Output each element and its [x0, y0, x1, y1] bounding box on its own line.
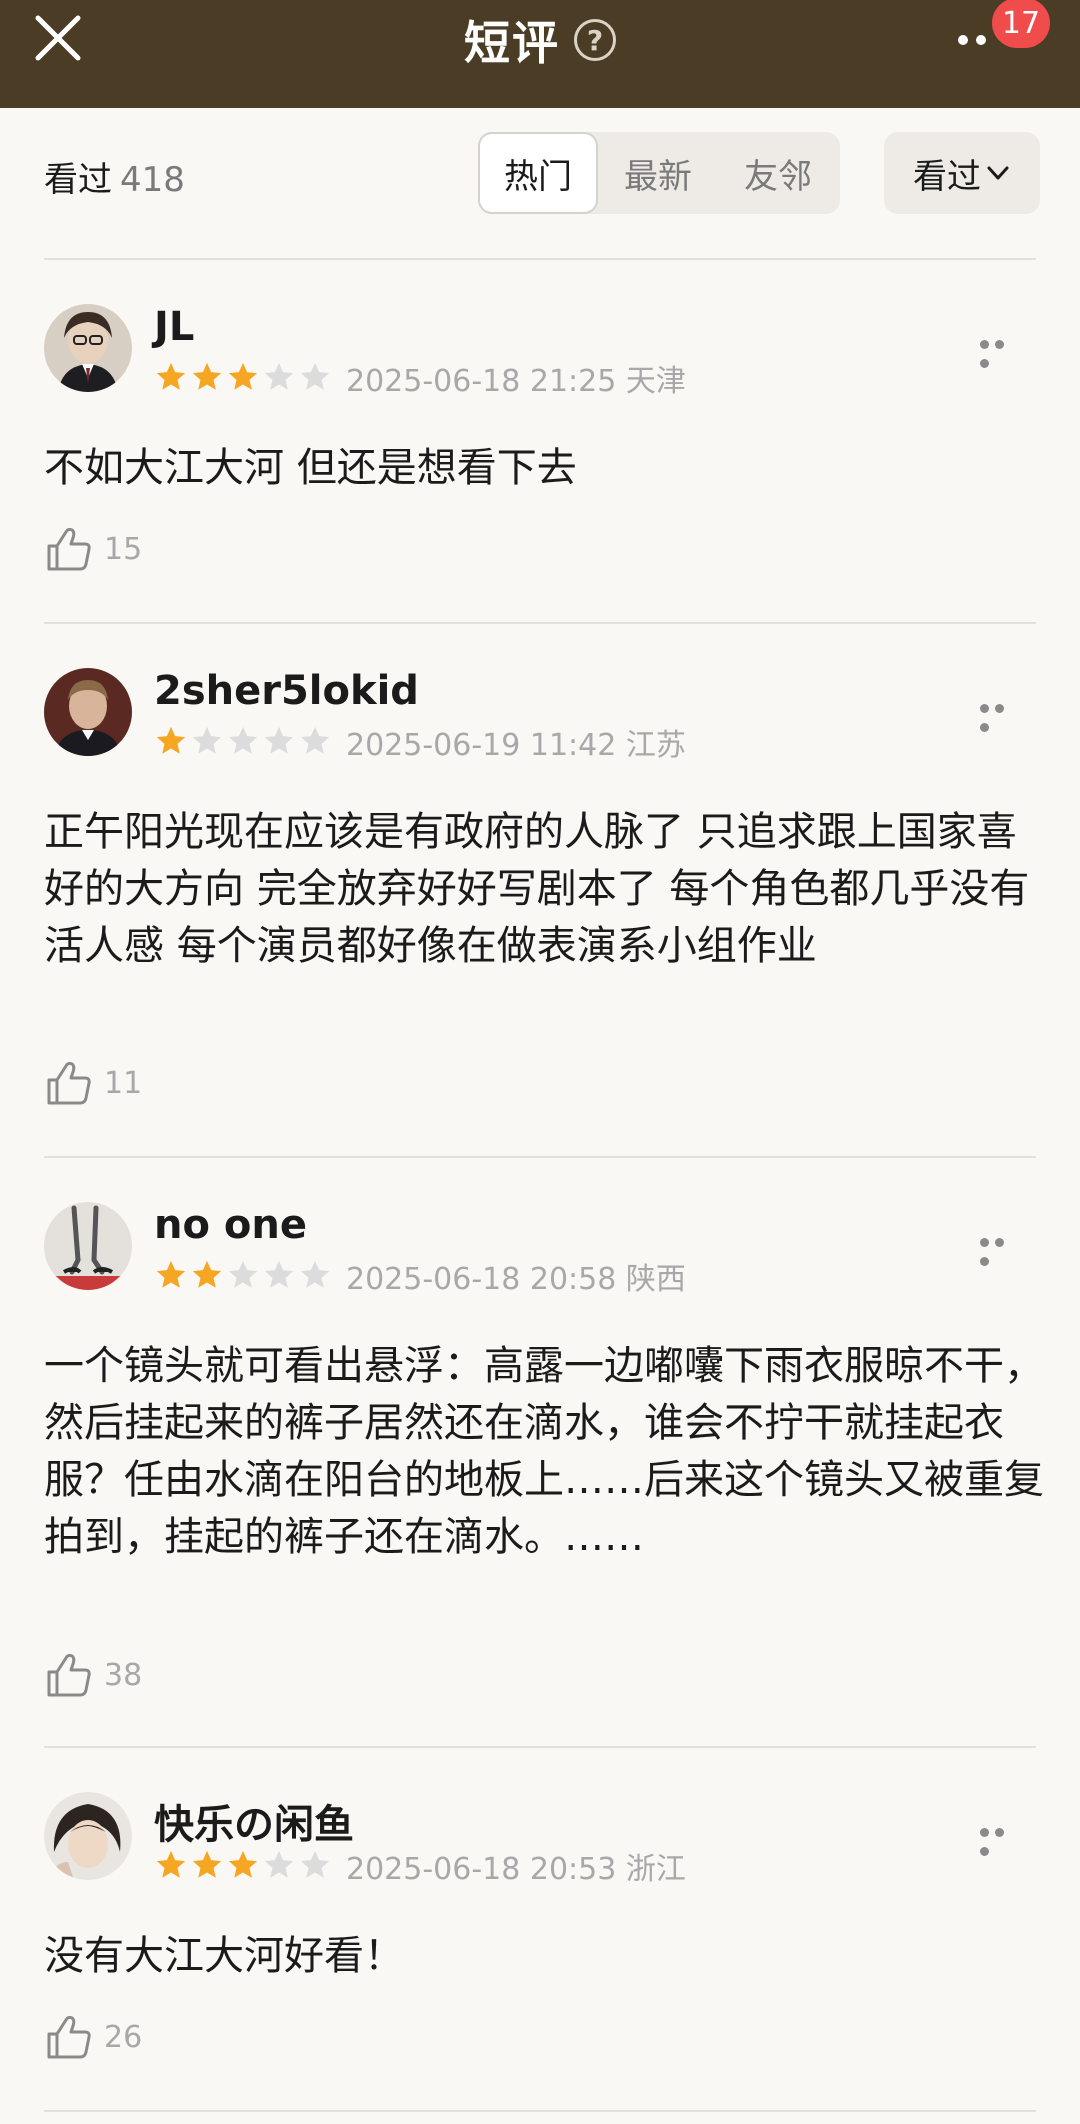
chevron-down-icon [987, 166, 1009, 180]
thumbs-up-icon [47, 1653, 91, 1697]
star-empty-icon [264, 726, 294, 754]
star-empty-icon [300, 1260, 330, 1288]
star-filled-icon [228, 362, 258, 390]
comment-location: 浙江 [625, 1852, 686, 1887]
avatar[interactable] [44, 1792, 132, 1880]
tab-hot[interactable]: 热门 [478, 132, 598, 214]
comment-text: 一个镜头就可看出悬浮：高露一边嘟囔下雨衣服晾不干，然后挂起来的裤子居然还在滴水，… [44, 1343, 1044, 1560]
comment-meta: 2025-06-19 11:42 江苏 [346, 720, 686, 764]
thumbs-up-icon [47, 2015, 91, 2059]
like-button[interactable]: 38 [44, 1648, 142, 1702]
comment-date: 2025-06-19 11:42 [346, 728, 617, 763]
comment-location: 陕西 [625, 1262, 686, 1297]
star-filled-icon [156, 1850, 186, 1878]
star-empty-icon [192, 726, 222, 754]
like-count: 38 [104, 1657, 143, 1693]
more-options-icon[interactable] [980, 1232, 1024, 1266]
comment-meta: 2025-06-18 21:25 天津 [346, 356, 686, 400]
star-empty-icon [300, 726, 330, 754]
seen-count: 看过 418 [44, 152, 185, 201]
like-count: 11 [104, 1065, 143, 1101]
star-filled-icon [192, 1850, 222, 1878]
username[interactable]: 2sher5lokid [154, 668, 419, 714]
seen-filter-dropdown[interactable]: 看过 [884, 132, 1040, 214]
star-rating [154, 360, 332, 394]
star-empty-icon [264, 1850, 294, 1878]
sort-tabs: 热门 最新 友邻 [478, 132, 840, 214]
like-count: 15 [104, 531, 143, 567]
more-options-icon[interactable] [980, 334, 1024, 368]
seen-number: 418 [120, 160, 185, 200]
star-empty-icon [264, 362, 294, 390]
like-button[interactable]: 11 [44, 1056, 142, 1110]
notification-badge[interactable]: 17 [992, 0, 1050, 48]
star-empty-icon [264, 1260, 294, 1288]
star-filled-icon [228, 1850, 258, 1878]
like-button[interactable]: 15 [44, 522, 142, 576]
comment-text: 正午阳光现在应该是有政府的人脉了 只追求跟上国家喜好的大方向 完全放弃好好写剧本… [44, 809, 1030, 969]
star-filled-icon [156, 726, 186, 754]
thumbs-up-icon [47, 1061, 91, 1105]
username[interactable]: 快乐の闲鱼 [154, 1792, 354, 1850]
avatar[interactable] [44, 304, 132, 392]
star-filled-icon [156, 1260, 186, 1288]
username[interactable]: no one [154, 1202, 307, 1248]
divider [44, 258, 1036, 260]
top-bar: 短评 ? 17 [0, 0, 1080, 108]
thumbs-up-icon [47, 527, 91, 571]
avatar[interactable] [44, 668, 132, 756]
comment-meta: 2025-06-18 20:58 陕西 [346, 1254, 686, 1298]
comment-date: 2025-06-18 21:25 [346, 364, 617, 399]
comment-location: 天津 [625, 364, 686, 399]
divider [44, 622, 1036, 624]
star-rating [154, 724, 332, 758]
divider [44, 1746, 1036, 1748]
comment-text: 没有大江大河好看！ [44, 1933, 404, 1979]
title-wrap: 短评 ? [0, 4, 1080, 76]
star-empty-icon [300, 1850, 330, 1878]
dropdown-label: 看过 [913, 156, 981, 197]
star-empty-icon [228, 726, 258, 754]
divider [44, 2110, 1036, 2112]
star-empty-icon [228, 1260, 258, 1288]
tab-friends[interactable]: 友邻 [718, 132, 838, 214]
more-options-icon[interactable] [980, 1822, 1024, 1856]
divider [44, 1156, 1036, 1158]
comment-meta: 2025-06-18 20:53 浙江 [346, 1844, 686, 1888]
comment-text: 不如大江大河 但还是想看下去 [44, 445, 577, 491]
comment-date: 2025-06-18 20:58 [346, 1262, 617, 1297]
question-circle-icon[interactable]: ? [574, 19, 616, 61]
more-options-icon[interactable] [980, 698, 1024, 732]
star-empty-icon [300, 362, 330, 390]
filter-bar: 看过 418 热门 最新 友邻 看过 [0, 108, 1080, 238]
username[interactable]: JL [154, 304, 194, 350]
like-count: 26 [104, 2019, 143, 2055]
avatar[interactable] [44, 1202, 132, 1290]
star-filled-icon [192, 362, 222, 390]
star-rating [154, 1848, 332, 1882]
star-rating [154, 1258, 332, 1292]
comment-date: 2025-06-18 20:53 [346, 1852, 617, 1887]
star-filled-icon [192, 1260, 222, 1288]
page-title: 短评 [464, 16, 560, 70]
tab-latest[interactable]: 最新 [598, 132, 718, 214]
star-filled-icon [156, 362, 186, 390]
seen-label: 看过 [44, 160, 112, 200]
like-button[interactable]: 26 [44, 2010, 142, 2064]
more-menu-icon[interactable] [958, 30, 998, 46]
comment-location: 江苏 [625, 728, 686, 763]
